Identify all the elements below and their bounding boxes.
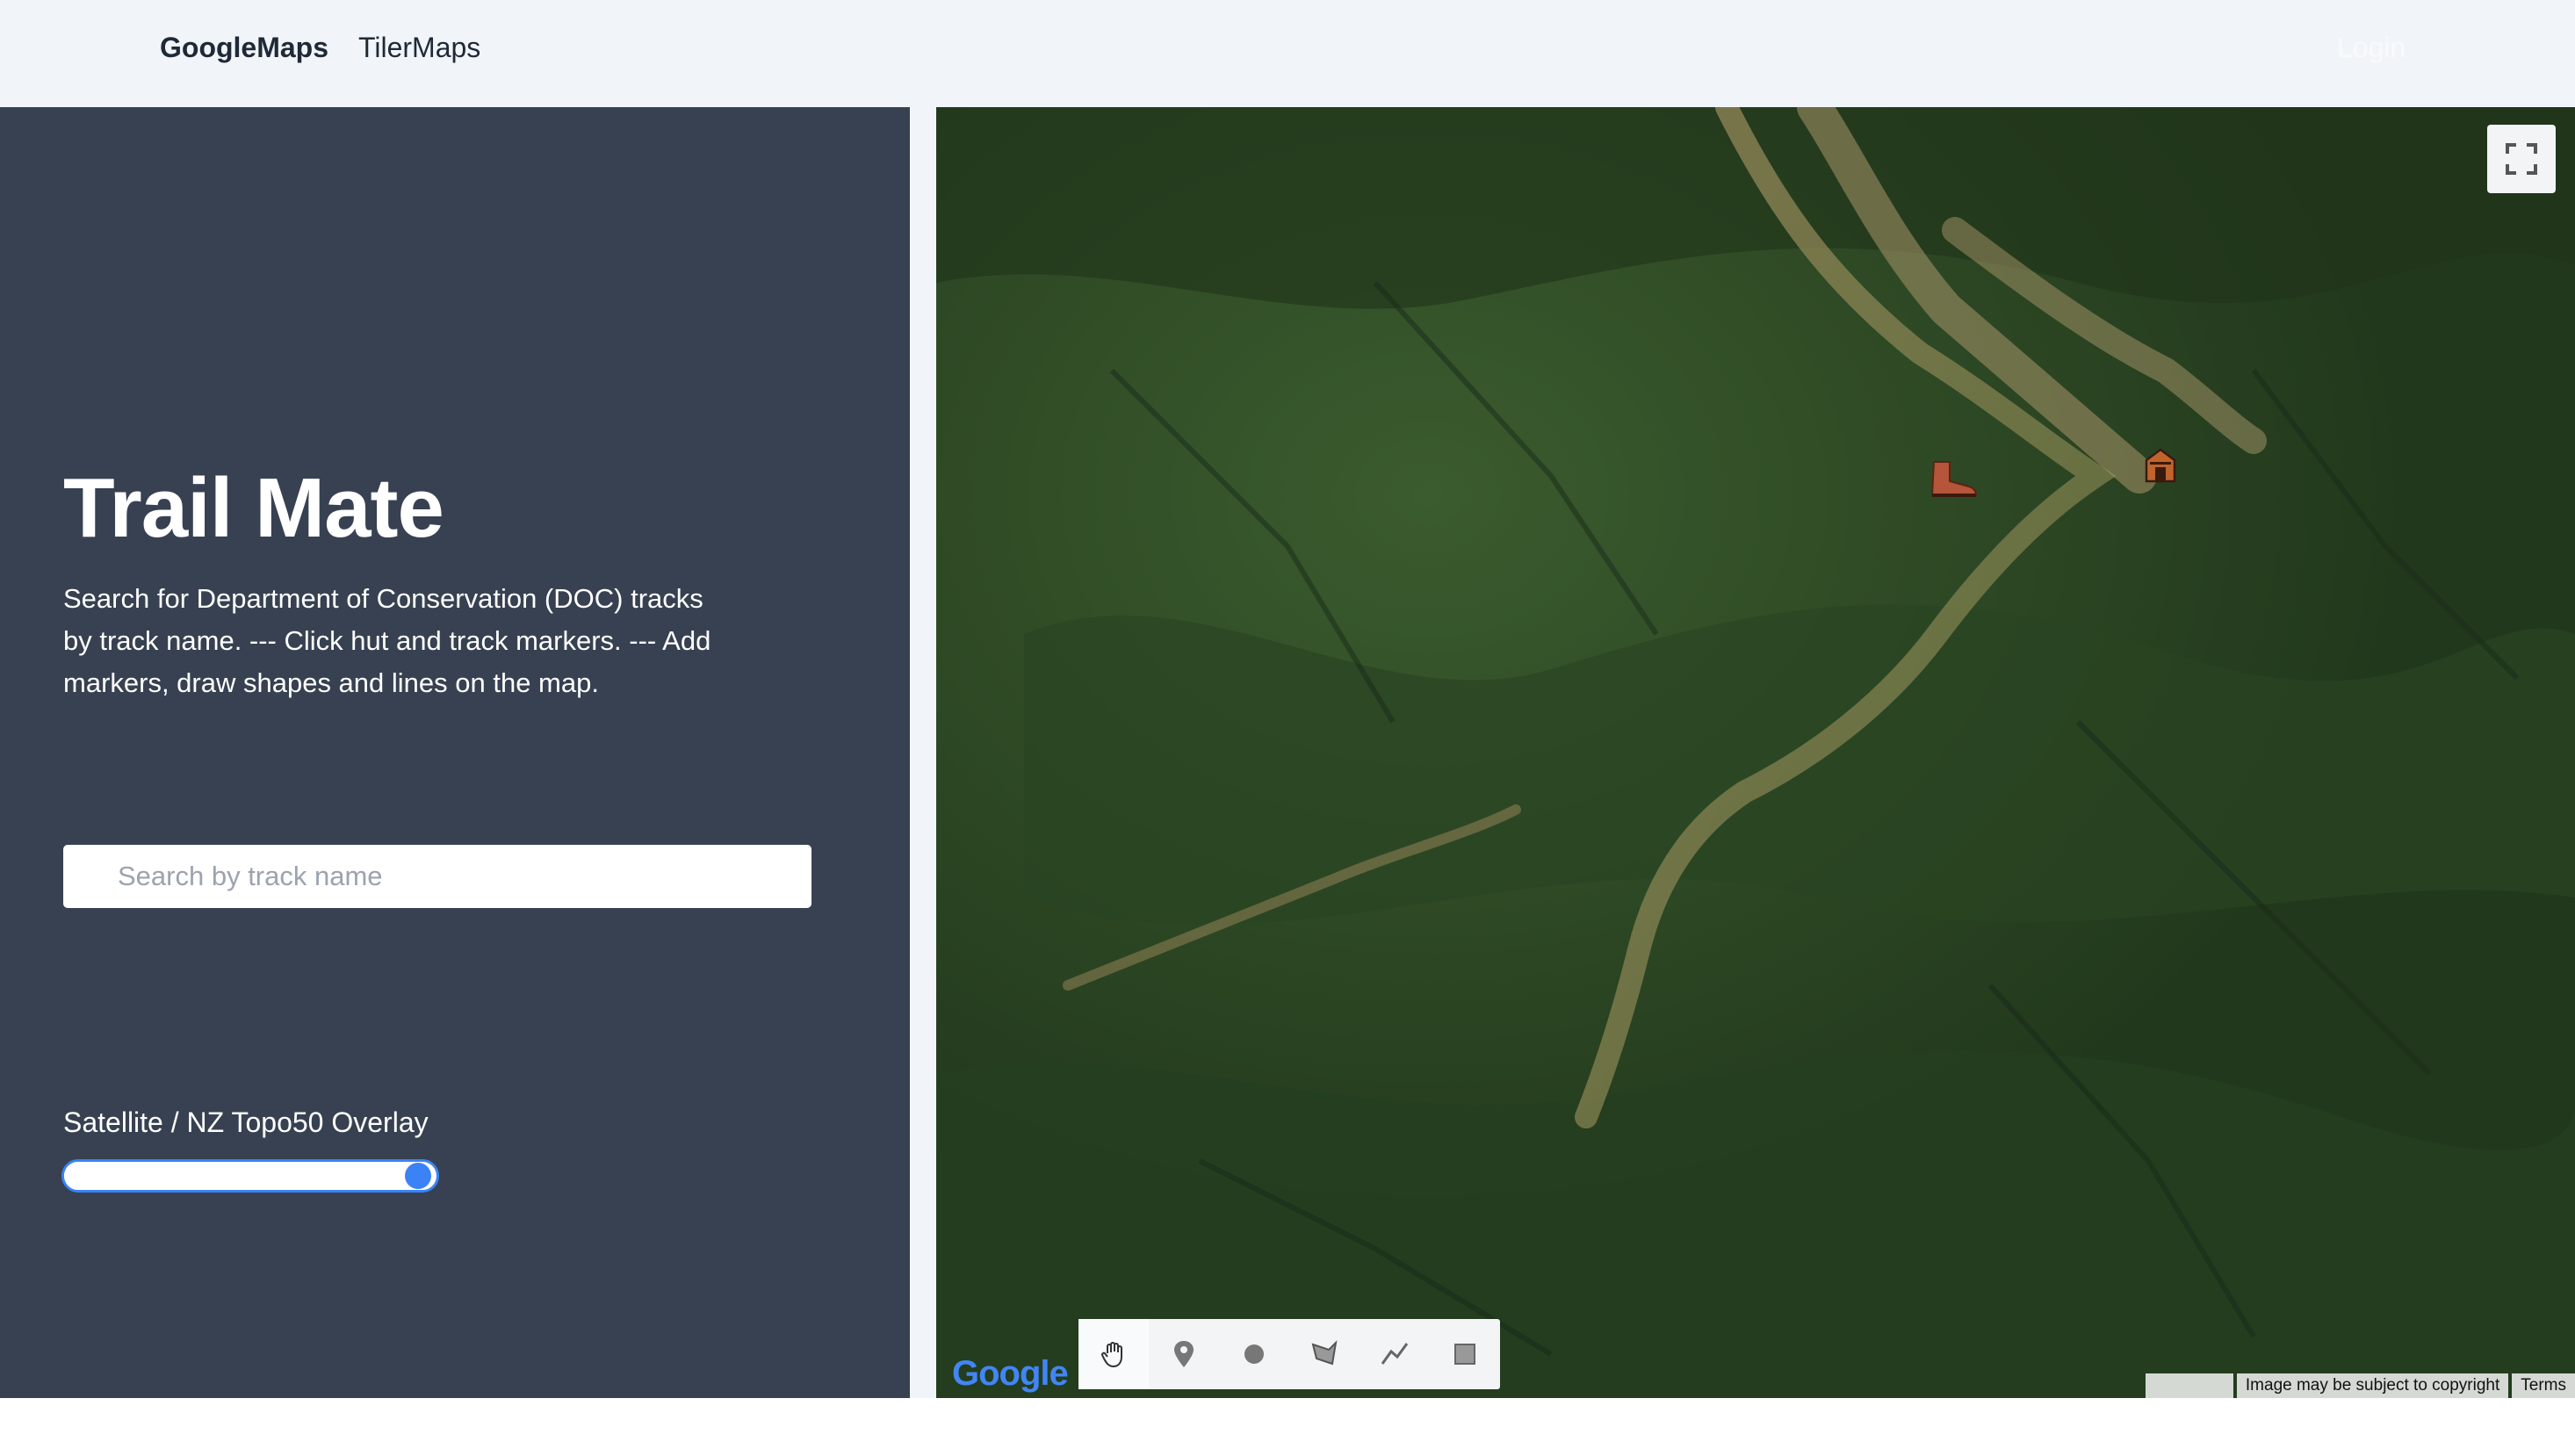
tool-polygon[interactable] — [1289, 1319, 1360, 1389]
fullscreen-icon — [2506, 143, 2537, 175]
slider-track-fill — [64, 1162, 418, 1190]
circle-icon — [1244, 1344, 1264, 1364]
page-footer-strip — [0, 1398, 2575, 1456]
polyline-icon — [1381, 1343, 1409, 1365]
scale-placeholder — [2145, 1373, 2233, 1398]
sidebar-panel: Trail Mate Search for Department of Cons… — [0, 107, 910, 1398]
app-title: Trail Mate — [63, 461, 444, 555]
nav-link-googlemaps[interactable]: GoogleMaps — [160, 32, 328, 64]
slider-thumb[interactable] — [404, 1163, 431, 1189]
overlay-opacity-slider[interactable] — [61, 1159, 439, 1193]
app-description: Search for Department of Conservation (D… — [63, 583, 711, 698]
hand-icon — [1101, 1342, 1122, 1368]
rectangle-icon — [1454, 1344, 1475, 1365]
top-navigation-bar: GoogleMaps TilerMaps Login — [0, 0, 2575, 107]
tool-pan[interactable] — [1078, 1319, 1149, 1389]
overlay-slider-label: Satellite / NZ Topo50 Overlay — [63, 1106, 429, 1138]
map-canvas[interactable]: Google Image may be subject to copyright… — [936, 107, 2575, 1398]
tool-polyline[interactable] — [1360, 1319, 1430, 1389]
fullscreen-button[interactable] — [2487, 125, 2556, 193]
google-logo-text: Google — [952, 1354, 1069, 1393]
terms-link[interactable]: Terms — [2512, 1373, 2575, 1398]
copyright-notice: Image may be subject to copyright — [2236, 1373, 2509, 1398]
satellite-terrain-image — [936, 107, 2575, 1398]
login-link[interactable]: Login — [2337, 32, 2405, 64]
hut-icon — [2145, 448, 2176, 483]
tool-marker[interactable] — [1149, 1319, 1219, 1389]
drawing-toolbar — [1078, 1319, 1500, 1389]
hiking-boot-icon — [1930, 461, 1978, 497]
map-attribution: Image may be subject to copyright Terms — [2145, 1373, 2575, 1398]
track-search-input[interactable] — [63, 845, 811, 908]
google-logo[interactable]: Google — [952, 1354, 1069, 1394]
nav-link-tilermaps[interactable]: TilerMaps — [358, 32, 480, 64]
track-marker[interactable] — [1927, 457, 1980, 501]
track-search-box — [63, 845, 811, 908]
polygon-icon — [1311, 1340, 1338, 1366]
pin-icon — [1174, 1341, 1194, 1367]
tool-rectangle[interactable] — [1430, 1319, 1500, 1389]
tool-circle[interactable] — [1219, 1319, 1289, 1389]
hut-marker[interactable] — [2143, 446, 2178, 485]
